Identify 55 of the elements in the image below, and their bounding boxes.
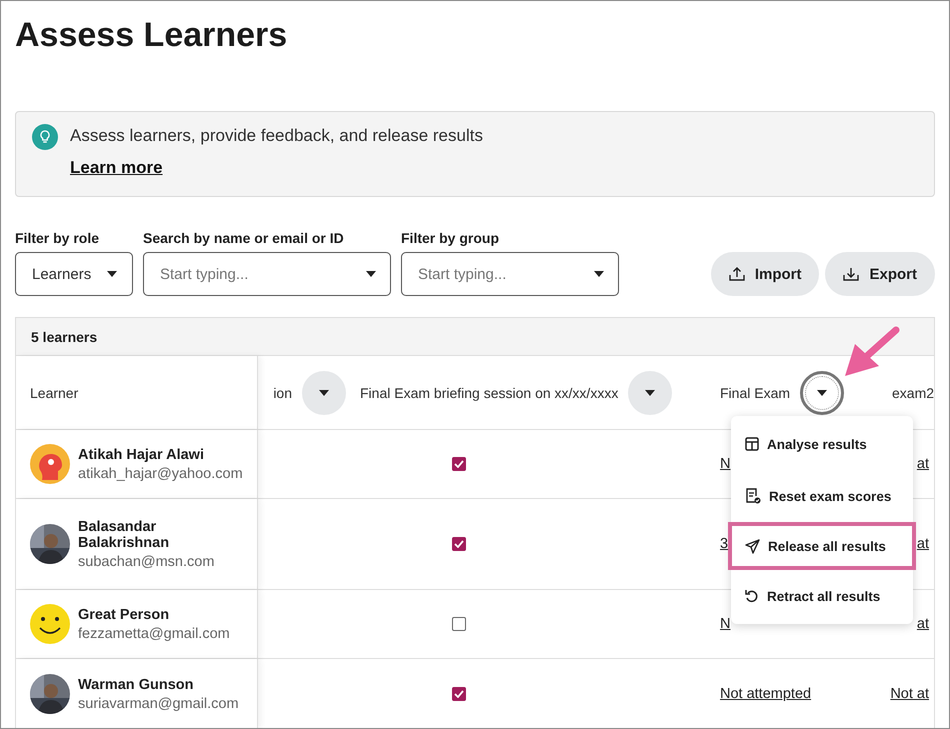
caret-icon	[817, 390, 828, 396]
caret-icon	[366, 271, 376, 277]
column-header: Final Exam briefing session on xx/xx/xxxx	[360, 384, 618, 400]
undo-icon	[745, 589, 759, 603]
filter-label: Filter by group	[401, 230, 499, 246]
caret-icon	[107, 271, 117, 277]
filter-label: Search by name or email or ID	[143, 230, 344, 246]
column-header: Final Exam	[720, 384, 790, 400]
menu-item[interactable]: Retract all results	[731, 570, 913, 622]
learner-name: Warman Gunson	[78, 676, 194, 692]
role-dropdown[interactable]: Learners	[15, 252, 133, 296]
checkbox[interactable]	[452, 687, 466, 701]
page-title: Assess Learners	[15, 15, 288, 56]
menu-item[interactable]: Reset exam scores	[731, 470, 913, 522]
menu-item[interactable]: Analyse results	[731, 418, 913, 470]
table-icon	[745, 437, 759, 451]
import-button[interactable]: Import	[710, 252, 820, 296]
column-menu-button[interactable]	[800, 370, 844, 414]
download-icon	[843, 266, 860, 282]
banner-text: Assess learners, provide feedback, and release results	[70, 126, 483, 146]
learner-name: Atikah Hajar Alawi	[78, 446, 204, 462]
score-link[interactable]: Not at	[890, 686, 929, 702]
learner-email: atikah_hajar@yahoo.com	[78, 466, 243, 482]
export-button[interactable]: Export	[825, 252, 935, 296]
score-link[interactable]: at	[916, 616, 929, 632]
paper-plane-icon	[745, 538, 760, 554]
caret-icon	[645, 390, 656, 396]
document-check-icon	[745, 488, 761, 504]
lightbulb-icon	[32, 124, 58, 150]
score-link[interactable]: N	[720, 616, 730, 632]
score-link[interactable]: at	[916, 456, 929, 472]
score-link[interactable]: at	[916, 536, 929, 552]
column-header: exam2	[892, 384, 934, 400]
caret-icon	[594, 271, 604, 277]
column-header: ion	[273, 384, 292, 400]
search-field[interactable]: Start typing...	[143, 252, 391, 296]
learner-name: Balasandar Balakrishnan	[78, 518, 170, 550]
filter-label: Filter by role	[15, 230, 100, 246]
learner-count: 5 learners	[31, 328, 98, 344]
caret-icon	[319, 390, 329, 396]
score-link[interactable]: N	[720, 456, 730, 472]
learner-email: subachan@msn.com	[78, 554, 214, 570]
checkbox[interactable]	[452, 457, 466, 471]
menu-item[interactable]: Release all results	[728, 522, 916, 570]
checkbox[interactable]	[452, 617, 466, 631]
score-link[interactable]: Not attempted	[720, 686, 812, 702]
checkbox[interactable]	[452, 537, 466, 551]
learner-email: fezzametta@gmail.com	[78, 626, 230, 642]
learner-email: suriavarman@gmail.com	[78, 696, 239, 712]
score-link[interactable]: 3	[720, 536, 728, 552]
learner-name: Great Person	[78, 606, 170, 622]
learn-more-link[interactable]: Learn more	[70, 158, 163, 178]
upload-icon	[728, 266, 745, 282]
column-header: Learner	[30, 384, 78, 400]
search-field[interactable]: Start typing...	[401, 252, 619, 296]
